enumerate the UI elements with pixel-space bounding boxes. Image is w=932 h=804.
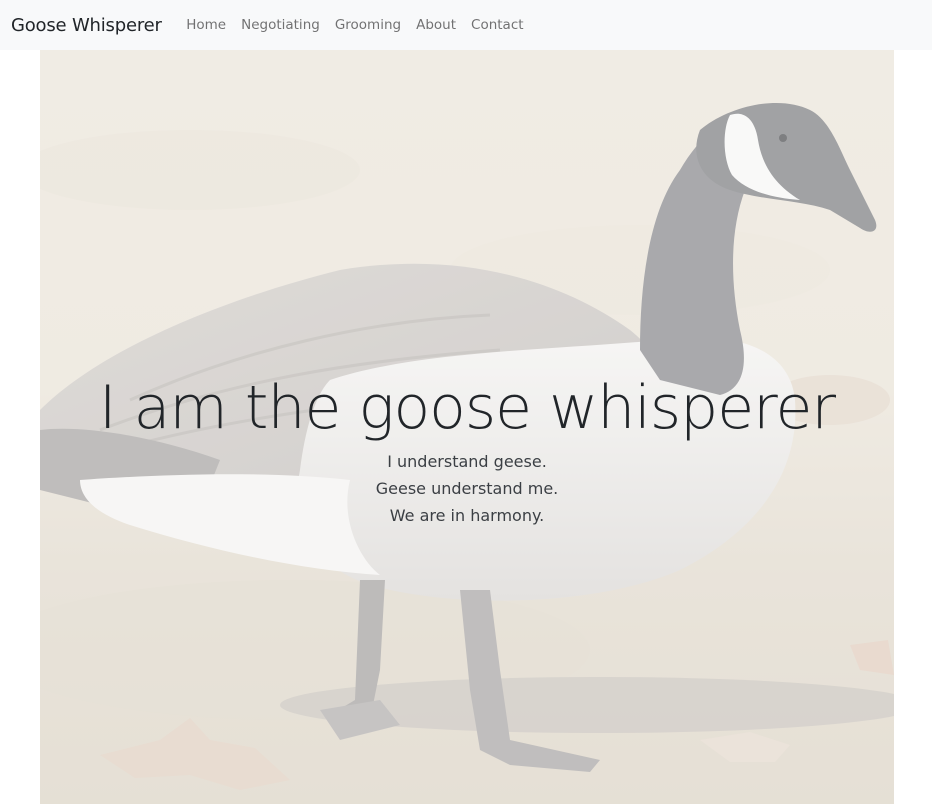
nav-links: Home Negotiating Grooming About Contact: [179, 17, 531, 33]
brand-link[interactable]: Goose Whisperer: [11, 15, 162, 36]
hero-line: I understand geese.: [387, 452, 547, 471]
hero-title: I am the goose whisperer: [98, 373, 836, 443]
nav-link-home[interactable]: Home: [179, 17, 234, 33]
nav-link-grooming[interactable]: Grooming: [327, 17, 408, 33]
nav-link-contact[interactable]: Contact: [464, 17, 532, 33]
hero-line: We are in harmony.: [389, 506, 545, 525]
hero-text: I am the goose whisperer I understand ge…: [40, 368, 894, 529]
hero: I am the goose whisperer I understand ge…: [40, 50, 894, 804]
hero-line: Geese understand me.: [375, 479, 559, 498]
nav-link-about[interactable]: About: [409, 17, 464, 33]
nav-link-negotiating[interactable]: Negotiating: [234, 17, 328, 33]
navbar: Goose Whisperer Home Negotiating Groomin…: [0, 0, 932, 50]
